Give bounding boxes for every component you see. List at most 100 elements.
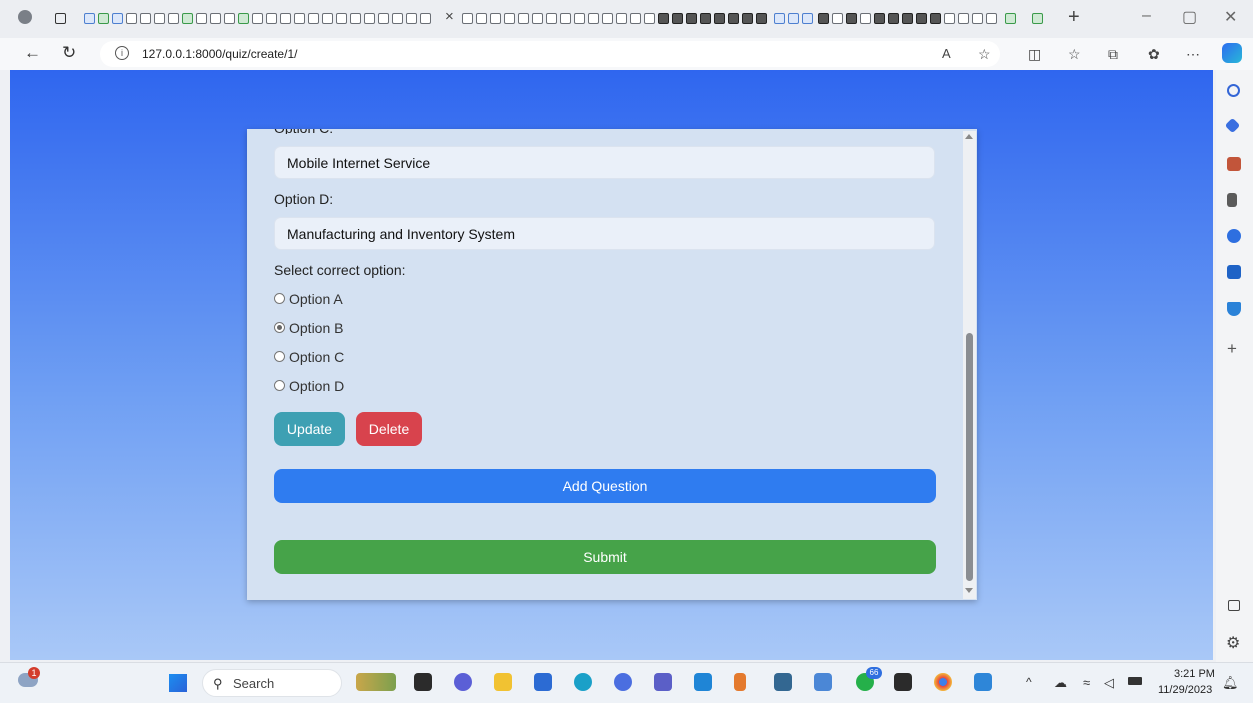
tab-favicon[interactable]: [728, 13, 739, 24]
outlook-icon[interactable]: [1227, 265, 1241, 279]
tab-favicon[interactable]: [644, 13, 655, 24]
add-question-button[interactable]: Add Question: [274, 469, 936, 503]
tab-favicon[interactable]: [378, 13, 389, 24]
battery-icon[interactable]: [1128, 677, 1142, 685]
store-icon[interactable]: [534, 673, 552, 691]
add-sidebar-app-icon[interactable]: +: [1227, 339, 1237, 359]
tab-favicon[interactable]: [986, 13, 997, 24]
tab-favicon[interactable]: [84, 13, 95, 24]
minimize-button[interactable]: –: [1142, 7, 1151, 25]
tab-favicon[interactable]: [476, 13, 487, 24]
radio-label[interactable]: Option A: [289, 291, 343, 307]
back-icon[interactable]: ←: [24, 43, 41, 63]
tab-favicon[interactable]: [154, 13, 165, 24]
tab-favicon[interactable]: [802, 13, 813, 24]
tab-favicon[interactable]: [874, 13, 885, 24]
tab-favicon[interactable]: [126, 13, 137, 24]
tab-favicon[interactable]: [714, 13, 725, 24]
tab-favicon[interactable]: [294, 13, 305, 24]
favorites-icon[interactable]: ☆: [1068, 46, 1081, 63]
clock-date[interactable]: 11/29/2023: [1158, 684, 1212, 696]
tab-favicon[interactable]: [140, 13, 151, 24]
scrollbar-thumb[interactable]: [966, 333, 973, 581]
radio-label[interactable]: Option D: [289, 378, 344, 394]
tab-favicon[interactable]: [742, 13, 753, 24]
extensions-icon[interactable]: ✿: [1148, 46, 1160, 63]
tab-favicon[interactable]: [818, 13, 829, 24]
tab-favicon[interactable]: [958, 13, 969, 24]
tab-favicon[interactable]: [658, 13, 669, 24]
tab-favicon[interactable]: [602, 13, 613, 24]
option-c-value[interactable]: Mobile Internet Service: [287, 155, 430, 171]
tab-actions-icon[interactable]: [55, 13, 66, 24]
tab-favicon[interactable]: [860, 13, 871, 24]
microsoft-365-icon[interactable]: [1227, 229, 1241, 243]
tab-favicon[interactable]: [902, 13, 913, 24]
radio-button[interactable]: [274, 293, 285, 304]
teams-icon[interactable]: [654, 673, 672, 691]
app-icon[interactable]: [734, 673, 746, 691]
onedrive-icon[interactable]: ☁: [1054, 675, 1067, 691]
option-c-input[interactable]: Mobile Internet Service: [274, 146, 935, 179]
scroll-down-icon[interactable]: [965, 588, 973, 593]
clock-time[interactable]: 3:21 PM: [1174, 668, 1215, 680]
snipping-tool-icon[interactable]: [974, 673, 992, 691]
url-text[interactable]: 127.0.0.1:8000/quiz/create/1/: [142, 47, 297, 61]
copilot-icon[interactable]: [1222, 43, 1242, 63]
close-window-button[interactable]: ✕: [1224, 7, 1237, 27]
tab-favicon[interactable]: [392, 13, 403, 24]
tab-favicon[interactable]: [182, 13, 193, 24]
tab-favicon[interactable]: [888, 13, 899, 24]
tab-favicon[interactable]: [196, 13, 207, 24]
tab-favicon[interactable]: [252, 13, 263, 24]
settings-icon[interactable]: ⚙: [1226, 633, 1240, 653]
tab-favicon[interactable]: [1032, 13, 1043, 24]
close-tab-icon[interactable]: ×: [445, 8, 454, 25]
tab-favicon[interactable]: [756, 13, 767, 24]
tab-favicon[interactable]: [686, 13, 697, 24]
tab-favicon[interactable]: [700, 13, 711, 24]
tab-favicon[interactable]: [224, 13, 235, 24]
tab-favicon[interactable]: [588, 13, 599, 24]
info-icon[interactable]: i: [115, 46, 129, 60]
task-view-icon[interactable]: [414, 673, 432, 691]
read-aloud-icon[interactable]: A: [942, 46, 951, 61]
tab-favicon[interactable]: [406, 13, 417, 24]
new-tab-button[interactable]: +: [1068, 6, 1080, 29]
tab-favicon[interactable]: [112, 13, 123, 24]
tab-favicon[interactable]: [308, 13, 319, 24]
tab-favicon[interactable]: [788, 13, 799, 24]
tab-favicon[interactable]: [560, 13, 571, 24]
tab-favicon[interactable]: [266, 13, 277, 24]
radio-label[interactable]: Option B: [289, 320, 343, 336]
tab-favicon[interactable]: [574, 13, 585, 24]
taskbar-search[interactable]: ⚲ Search: [202, 669, 342, 697]
delete-button[interactable]: Delete: [356, 412, 422, 446]
copilot-taskbar-icon[interactable]: [614, 673, 632, 691]
radio-button-checked[interactable]: [274, 322, 285, 333]
hide-sidebar-icon[interactable]: [1228, 600, 1240, 611]
volume-icon[interactable]: ◁: [1104, 675, 1114, 691]
tab-favicon[interactable]: [846, 13, 857, 24]
tab-favicon[interactable]: [532, 13, 543, 24]
show-hidden-icons[interactable]: ^: [1026, 675, 1032, 689]
radio-button[interactable]: [274, 351, 285, 362]
search-icon[interactable]: [1227, 84, 1240, 97]
chat-icon[interactable]: [454, 673, 472, 691]
wifi-icon[interactable]: ≈: [1083, 675, 1090, 690]
tab-favicon[interactable]: [832, 13, 843, 24]
edge-icon[interactable]: [574, 673, 592, 691]
option-d-value[interactable]: Manufacturing and Inventory System: [287, 226, 515, 242]
tab-favicon[interactable]: [518, 13, 529, 24]
tab-favicon[interactable]: [336, 13, 347, 24]
chrome-icon[interactable]: [934, 673, 952, 691]
terminal-icon[interactable]: [894, 673, 912, 691]
refresh-icon[interactable]: ↻: [62, 43, 76, 63]
profile-icon[interactable]: [18, 10, 32, 24]
submit-button[interactable]: Submit: [274, 540, 936, 574]
favorite-icon[interactable]: ☆: [978, 46, 991, 63]
restore-button[interactable]: ▢: [1182, 7, 1197, 27]
tab-favicon[interactable]: [168, 13, 179, 24]
tab-favicon[interactable]: [238, 13, 249, 24]
widget-icon[interactable]: [356, 673, 396, 691]
